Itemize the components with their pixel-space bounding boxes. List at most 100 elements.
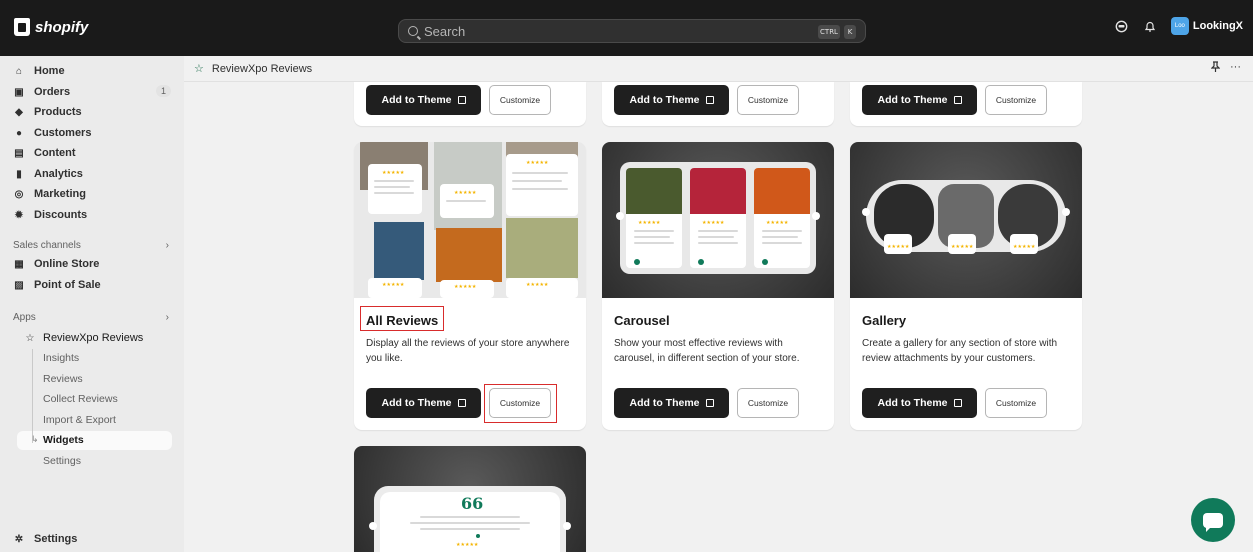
external-link-icon bbox=[457, 399, 466, 407]
subnav-reviews[interactable]: Reviews bbox=[43, 370, 83, 388]
all-reviews-preview-image: ★★★★★ ★★★★★ ★★★★★ ★★★★★ ★★★★★ ★★★★★ bbox=[354, 142, 586, 298]
carousel-slide: ★★★★★ bbox=[626, 168, 682, 268]
chat-button[interactable] bbox=[1191, 498, 1235, 542]
photo-tile bbox=[436, 228, 502, 282]
target-icon: ◎ bbox=[14, 188, 24, 200]
star-rating: ★★★★★ bbox=[454, 284, 477, 290]
discount-icon: ✹ bbox=[14, 209, 24, 221]
active-nav-highlight bbox=[17, 431, 172, 450]
subnav-collect-reviews[interactable]: Collect Reviews bbox=[43, 390, 118, 408]
gallery-prev-icon bbox=[862, 208, 870, 216]
nav-label: Point of Sale bbox=[34, 279, 101, 291]
nav-home[interactable]: ⌂ Home bbox=[14, 62, 174, 80]
nav-products[interactable]: ◆ Products bbox=[14, 103, 174, 121]
subnav-settings[interactable]: Settings bbox=[43, 452, 81, 470]
store-menu[interactable]: Loo LookingX bbox=[1170, 17, 1243, 35]
customize-button[interactable]: Customize bbox=[489, 85, 551, 115]
photo-tile bbox=[374, 222, 424, 280]
pin-icon[interactable] bbox=[1210, 61, 1221, 75]
customize-button[interactable]: Customize bbox=[985, 388, 1047, 418]
button-label: Add to Theme bbox=[381, 94, 452, 106]
nav-label: Content bbox=[34, 147, 76, 159]
nav-online-store[interactable]: ▦ Online Store bbox=[14, 255, 174, 273]
subnav-widgets[interactable]: Widgets bbox=[43, 431, 84, 449]
person-icon: ● bbox=[15, 127, 23, 139]
chevron-right-icon: › bbox=[165, 312, 169, 323]
sales-channels-header[interactable]: Sales channels › bbox=[13, 240, 169, 251]
bar-chart-icon: ▮ bbox=[16, 168, 22, 180]
nav-settings[interactable]: ✲ Settings bbox=[14, 530, 174, 548]
gallery-rating-chip: ★★★★★ bbox=[1010, 234, 1039, 254]
nav-orders[interactable]: ▣ Orders 1 bbox=[14, 83, 174, 101]
star-outline-icon: ☆ bbox=[25, 332, 35, 344]
orders-icon: ▣ bbox=[14, 86, 24, 98]
search-placeholder: Search bbox=[424, 23, 466, 39]
search-bar[interactable]: Search CTRL K bbox=[398, 19, 866, 43]
nav-discounts[interactable]: ✹ Discounts bbox=[14, 206, 174, 224]
testimonial-preview-image: 66 ★★★★★ bbox=[354, 446, 586, 552]
nav-app-reviewxpo[interactable]: ☆ ReviewXpo Reviews bbox=[25, 329, 185, 347]
app-header: ☆ ReviewXpo Reviews ··· bbox=[184, 56, 1253, 82]
search-icon bbox=[408, 26, 418, 36]
customize-button[interactable]: Customize bbox=[737, 85, 799, 115]
apps-header[interactable]: Apps › bbox=[13, 312, 169, 323]
widget-card-testimonial: 66 ★★★★★ bbox=[354, 446, 586, 552]
nav-label: ReviewXpo Reviews bbox=[43, 332, 144, 344]
avatar bbox=[762, 259, 768, 265]
button-label: Add to Theme bbox=[629, 397, 700, 409]
add-to-theme-button[interactable]: Add to Theme bbox=[366, 388, 481, 418]
star-rating: ★★★★★ bbox=[526, 160, 549, 166]
star-rating: ★★★★★ bbox=[951, 244, 974, 250]
pos-icon: ▨ bbox=[14, 279, 24, 291]
star-rating: ★★★★★ bbox=[638, 220, 661, 226]
star-rating: ★★★★★ bbox=[526, 282, 549, 288]
card-description: Display all the reviews of your store an… bbox=[366, 338, 570, 364]
section-label: Apps bbox=[13, 312, 36, 323]
carousel-next-icon bbox=[812, 212, 820, 220]
avatar bbox=[634, 259, 640, 265]
nav-label: Customers bbox=[34, 127, 92, 139]
button-label: Add to Theme bbox=[877, 397, 948, 409]
highlight-box-title bbox=[360, 306, 444, 331]
card-title: Gallery bbox=[862, 313, 907, 328]
add-to-theme-button[interactable]: Add to Theme bbox=[862, 388, 977, 418]
card-description: Create a gallery for any section of stor… bbox=[862, 338, 1058, 364]
customize-button[interactable]: Customize bbox=[737, 388, 799, 418]
subnav-insights[interactable]: Insights bbox=[43, 349, 79, 367]
add-to-theme-button[interactable]: Add to Theme bbox=[614, 388, 729, 418]
nav-customers[interactable]: ● Customers bbox=[14, 124, 174, 142]
bell-icon[interactable] bbox=[1143, 19, 1157, 33]
sidekick-icon[interactable] bbox=[1115, 19, 1129, 33]
home-icon: ⌂ bbox=[15, 65, 23, 77]
card-description: Show your most effective reviews with ca… bbox=[614, 338, 800, 364]
gallery-preview-image: ★★★★★ ★★★★★ ★★★★★ bbox=[850, 142, 1082, 298]
nav-marketing[interactable]: ◎ Marketing bbox=[14, 185, 174, 203]
widget-card-partial: Add to Theme Customize bbox=[850, 82, 1082, 126]
star-rating: ★★★★★ bbox=[382, 170, 405, 176]
nav-label: Home bbox=[34, 65, 65, 77]
page-title: ReviewXpo Reviews bbox=[211, 62, 313, 75]
widget-card-carousel: ★★★★★ ★★★★★ ★★★★★ Carousel Show your mos… bbox=[602, 142, 834, 430]
subnav-import-export[interactable]: Import & Export bbox=[43, 411, 116, 429]
add-to-theme-button[interactable]: Add to Theme bbox=[366, 85, 481, 115]
customize-button[interactable]: Customize bbox=[985, 85, 1047, 115]
more-actions-icon[interactable]: ··· bbox=[1230, 61, 1241, 75]
external-link-icon bbox=[953, 399, 962, 407]
add-to-theme-button[interactable]: Add to Theme bbox=[614, 85, 729, 115]
review-tile: ★★★★★ bbox=[440, 184, 494, 218]
card-title: Carousel bbox=[614, 313, 670, 328]
nav-content[interactable]: ▤ Content bbox=[14, 144, 174, 162]
add-to-theme-button[interactable]: Add to Theme bbox=[862, 85, 977, 115]
chat-bubble-icon bbox=[1203, 512, 1223, 532]
widget-card-gallery: ★★★★★ ★★★★★ ★★★★★ Gallery Create a galle… bbox=[850, 142, 1082, 430]
nav-analytics[interactable]: ▮ Analytics bbox=[14, 165, 174, 183]
shopify-logo[interactable]: shopify bbox=[14, 18, 88, 36]
testimonial-prev-icon bbox=[369, 522, 377, 530]
carousel-preview-image: ★★★★★ ★★★★★ ★★★★★ bbox=[602, 142, 834, 298]
subnav-line bbox=[32, 349, 33, 443]
nav-point-of-sale[interactable]: ▨ Point of Sale bbox=[14, 276, 174, 294]
nav-label: Discounts bbox=[34, 209, 88, 221]
nav-label: Online Store bbox=[34, 258, 100, 270]
button-label: Add to Theme bbox=[381, 397, 452, 409]
brand-name: shopify bbox=[35, 18, 89, 36]
